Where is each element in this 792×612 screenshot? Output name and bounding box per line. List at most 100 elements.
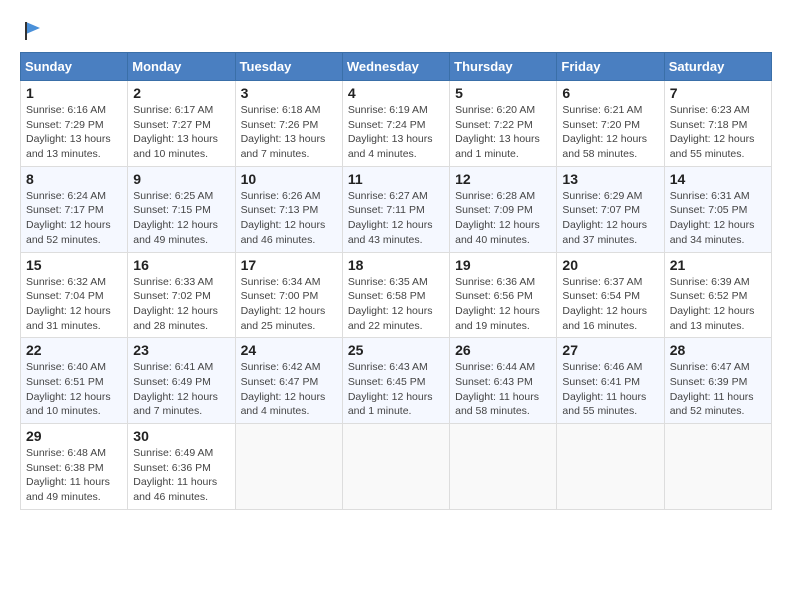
calendar-day-cell: 17Sunrise: 6:34 AMSunset: 7:00 PMDayligh… [235, 252, 342, 338]
day-number: 22 [26, 342, 122, 358]
day-number: 18 [348, 257, 444, 273]
day-number: 20 [562, 257, 658, 273]
day-detail: Sunrise: 6:25 AMSunset: 7:15 PMDaylight:… [133, 189, 229, 248]
day-number: 25 [348, 342, 444, 358]
day-detail: Sunrise: 6:29 AMSunset: 7:07 PMDaylight:… [562, 189, 658, 248]
day-number: 28 [670, 342, 766, 358]
calendar-day-cell: 18 Sunrise: 6:35 AMSunset: 6:58 PMDayligh… [342, 252, 449, 338]
calendar-day-cell: 8 Sunrise: 6:24 AMSunset: 7:17 PMDaylight… [21, 166, 128, 252]
calendar-day-cell: 14 Sunrise: 6:31 AMSunset: 7:05 PMDayligh… [664, 166, 771, 252]
day-detail: Sunrise: 6:16 AMSunset: 7:29 PMDaylight:… [26, 103, 122, 162]
day-number: 17 [241, 257, 337, 273]
day-detail: Sunrise: 6:46 AMSunset: 6:41 PMDaylight:… [562, 360, 658, 419]
day-of-week-header: Tuesday [235, 53, 342, 81]
calendar-day-cell: 23 Sunrise: 6:41 AMSunset: 6:49 PMDayligh… [128, 338, 235, 424]
day-detail: Sunrise: 6:42 AMSunset: 6:47 PMDaylight:… [241, 360, 337, 419]
day-detail: Sunrise: 6:27 AMSunset: 7:11 PMDaylight:… [348, 189, 444, 248]
day-number: 4 [348, 85, 444, 101]
day-detail: Sunrise: 6:32 AMSunset: 7:04 PMDaylight:… [26, 275, 122, 334]
calendar-day-cell: 7 Sunrise: 6:23 AMSunset: 7:18 PMDaylight… [664, 81, 771, 167]
calendar-week-row: 29 Sunrise: 6:48 AMSunset: 6:38 PMDayligh… [21, 424, 772, 510]
day-detail: Sunrise: 6:41 AMSunset: 6:49 PMDaylight:… [133, 360, 229, 419]
calendar-week-row: 15 Sunrise: 6:32 AMSunset: 7:04 PMDayligh… [21, 252, 772, 338]
day-detail: Sunrise: 6:39 AMSunset: 6:52 PMDaylight:… [670, 275, 766, 334]
day-of-week-header: Wednesday [342, 53, 449, 81]
day-number: 23 [133, 342, 229, 358]
day-number: 29 [26, 428, 122, 444]
day-of-week-header: Sunday [21, 53, 128, 81]
calendar-day-cell [342, 424, 449, 510]
day-detail: Sunrise: 6:40 AMSunset: 6:51 PMDaylight:… [26, 360, 122, 419]
calendar-week-row: 8 Sunrise: 6:24 AMSunset: 7:17 PMDaylight… [21, 166, 772, 252]
calendar-day-cell: 20 Sunrise: 6:37 AMSunset: 6:54 PMDayligh… [557, 252, 664, 338]
calendar-day-cell: 11 Sunrise: 6:27 AMSunset: 7:11 PMDayligh… [342, 166, 449, 252]
day-number: 15 [26, 257, 122, 273]
calendar-day-cell: 4 Sunrise: 6:19 AMSunset: 7:24 PMDaylight… [342, 81, 449, 167]
day-number: 19 [455, 257, 551, 273]
calendar-day-cell: 19 Sunrise: 6:36 AMSunset: 6:56 PMDayligh… [450, 252, 557, 338]
day-number: 12 [455, 171, 551, 187]
day-of-week-header: Monday [128, 53, 235, 81]
day-detail: Sunrise: 6:20 AMSunset: 7:22 PMDaylight:… [455, 103, 551, 162]
page-header [20, 20, 772, 42]
calendar-day-cell: 24 Sunrise: 6:42 AMSunset: 6:47 PMDayligh… [235, 338, 342, 424]
day-number: 14 [670, 171, 766, 187]
day-number: 9 [133, 171, 229, 187]
calendar-day-cell: 15 Sunrise: 6:32 AMSunset: 7:04 PMDayligh… [21, 252, 128, 338]
day-detail: Sunrise: 6:23 AMSunset: 7:18 PMDaylight:… [670, 103, 766, 162]
calendar-table: SundayMondayTuesdayWednesdayThursdayFrid… [20, 52, 772, 510]
calendar-day-cell: 2Sunrise: 6:17 AMSunset: 7:27 PMDaylight… [128, 81, 235, 167]
calendar-day-cell: 22 Sunrise: 6:40 AMSunset: 6:51 PMDayligh… [21, 338, 128, 424]
day-detail: Sunrise: 6:17 AMSunset: 7:27 PMDaylight:… [133, 103, 229, 162]
calendar-day-cell: 10Sunrise: 6:26 AMSunset: 7:13 PMDayligh… [235, 166, 342, 252]
day-detail: Sunrise: 6:36 AMSunset: 6:56 PMDaylight:… [455, 275, 551, 334]
calendar-day-cell: 6 Sunrise: 6:21 AMSunset: 7:20 PMDaylight… [557, 81, 664, 167]
calendar-day-cell: 21 Sunrise: 6:39 AMSunset: 6:52 PMDayligh… [664, 252, 771, 338]
calendar-day-cell: 26 Sunrise: 6:44 AMSunset: 6:43 PMDayligh… [450, 338, 557, 424]
day-number: 7 [670, 85, 766, 101]
calendar-header-row: SundayMondayTuesdayWednesdayThursdayFrid… [21, 53, 772, 81]
day-number: 21 [670, 257, 766, 273]
day-number: 5 [455, 85, 551, 101]
day-number: 1 [26, 85, 122, 101]
day-detail: Sunrise: 6:28 AMSunset: 7:09 PMDaylight:… [455, 189, 551, 248]
day-number: 11 [348, 171, 444, 187]
calendar-day-cell: 13 Sunrise: 6:29 AMSunset: 7:07 PMDayligh… [557, 166, 664, 252]
calendar-day-cell [664, 424, 771, 510]
day-detail: Sunrise: 6:43 AMSunset: 6:45 PMDaylight:… [348, 360, 444, 419]
day-detail: Sunrise: 6:35 AMSunset: 6:58 PMDaylight:… [348, 275, 444, 334]
calendar-day-cell: 28 Sunrise: 6:47 AMSunset: 6:39 PMDayligh… [664, 338, 771, 424]
day-detail: Sunrise: 6:31 AMSunset: 7:05 PMDaylight:… [670, 189, 766, 248]
day-number: 27 [562, 342, 658, 358]
day-detail: Sunrise: 6:44 AMSunset: 6:43 PMDaylight:… [455, 360, 551, 419]
day-number: 13 [562, 171, 658, 187]
day-detail: Sunrise: 6:24 AMSunset: 7:17 PMDaylight:… [26, 189, 122, 248]
day-of-week-header: Saturday [664, 53, 771, 81]
day-number: 8 [26, 171, 122, 187]
calendar-day-cell: 16Sunrise: 6:33 AMSunset: 7:02 PMDayligh… [128, 252, 235, 338]
day-number: 24 [241, 342, 337, 358]
calendar-day-cell: 9 Sunrise: 6:25 AMSunset: 7:15 PMDaylight… [128, 166, 235, 252]
day-detail: Sunrise: 6:49 AMSunset: 6:36 PMDaylight:… [133, 446, 229, 505]
day-detail: Sunrise: 6:21 AMSunset: 7:20 PMDaylight:… [562, 103, 658, 162]
day-detail: Sunrise: 6:47 AMSunset: 6:39 PMDaylight:… [670, 360, 766, 419]
day-number: 26 [455, 342, 551, 358]
calendar-day-cell: 29 Sunrise: 6:48 AMSunset: 6:38 PMDayligh… [21, 424, 128, 510]
day-detail: Sunrise: 6:19 AMSunset: 7:24 PMDaylight:… [348, 103, 444, 162]
day-of-week-header: Friday [557, 53, 664, 81]
calendar-day-cell: 1 Sunrise: 6:16 AMSunset: 7:29 PMDaylight… [21, 81, 128, 167]
calendar-day-cell: 5 Sunrise: 6:20 AMSunset: 7:22 PMDaylight… [450, 81, 557, 167]
calendar-week-row: 1 Sunrise: 6:16 AMSunset: 7:29 PMDaylight… [21, 81, 772, 167]
day-number: 6 [562, 85, 658, 101]
calendar-day-cell: 3 Sunrise: 6:18 AMSunset: 7:26 PMDaylight… [235, 81, 342, 167]
day-detail: Sunrise: 6:48 AMSunset: 6:38 PMDaylight:… [26, 446, 122, 505]
day-number: 30 [133, 428, 229, 444]
calendar-week-row: 22 Sunrise: 6:40 AMSunset: 6:51 PMDayligh… [21, 338, 772, 424]
day-number: 3 [241, 85, 337, 101]
day-detail: Sunrise: 6:18 AMSunset: 7:26 PMDaylight:… [241, 103, 337, 162]
logo-flag-icon [22, 20, 44, 42]
calendar-day-cell [557, 424, 664, 510]
calendar-day-cell: 30 Sunrise: 6:49 AMSunset: 6:36 PMDayligh… [128, 424, 235, 510]
day-detail: Sunrise: 6:37 AMSunset: 6:54 PMDaylight:… [562, 275, 658, 334]
day-detail: Sunrise: 6:26 AMSunset: 7:13 PMDaylight:… [241, 189, 337, 248]
